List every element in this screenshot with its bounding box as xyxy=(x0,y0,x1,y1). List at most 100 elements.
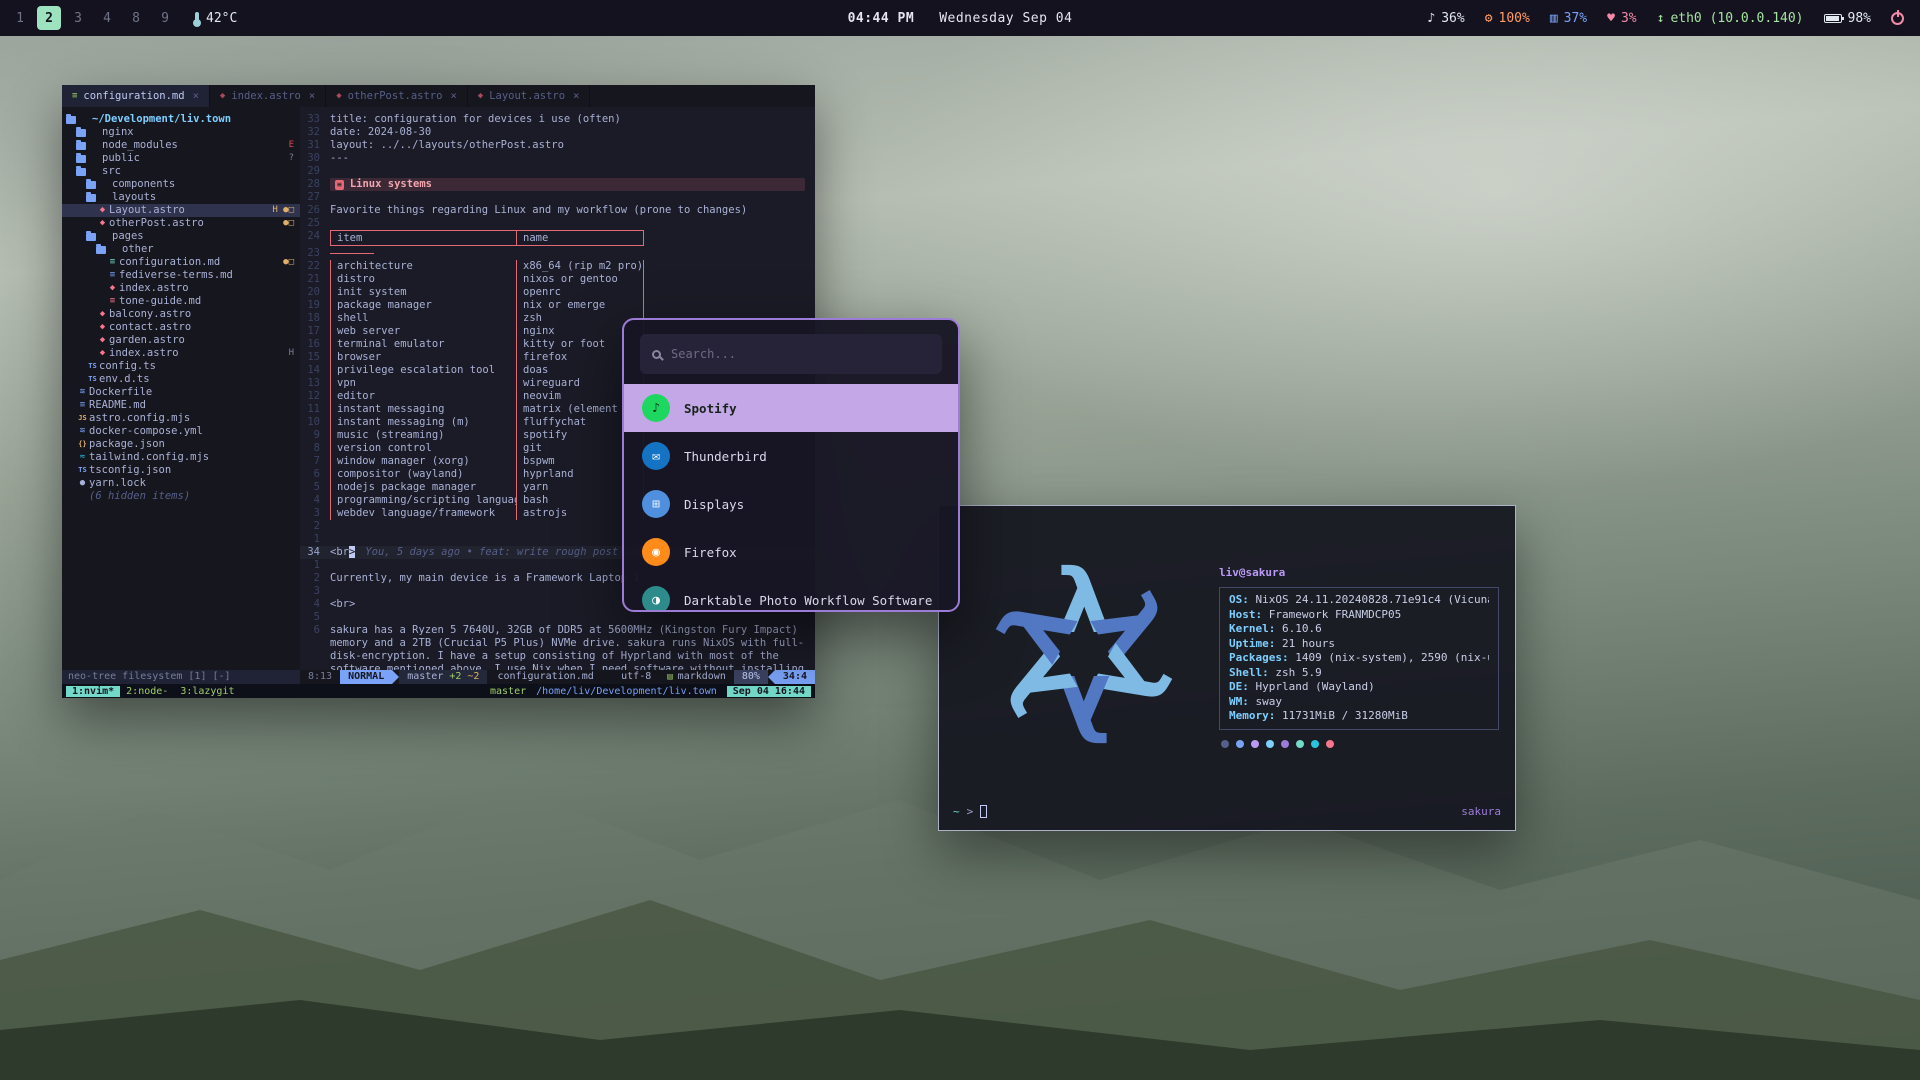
buffer-tab[interactable]: ◆ index.astro × xyxy=(210,85,326,107)
close-icon[interactable]: × xyxy=(573,90,579,102)
tree-item[interactable]: {} package.json xyxy=(62,438,300,451)
tree-item-label: tsconfig.json xyxy=(89,464,171,477)
line-number: 20 xyxy=(300,286,330,299)
table-cell-item: privilege escalation tool xyxy=(330,364,516,377)
launcher-entry[interactable]: ✉ Thunderbird xyxy=(624,432,958,480)
editor-line: 31 layout: ../../layouts/otherPost.astro xyxy=(300,139,815,152)
tmux-window-tab[interactable]: 1:nvim* xyxy=(66,686,120,697)
line-number: 5 xyxy=(300,611,330,624)
tree-item[interactable]: ~/Development/liv.town xyxy=(62,113,300,126)
table-cell-item: compositor (wayland) xyxy=(330,468,516,481)
tmux-window-tab[interactable]: 3:lazygit xyxy=(174,686,240,697)
buffer-tab[interactable]: ◆ Layout.astro × xyxy=(468,85,591,107)
tree-item[interactable]: ◆ index.astro H xyxy=(62,347,300,360)
launcher-entry-label: Firefox xyxy=(684,545,737,560)
search-input[interactable] xyxy=(671,347,930,361)
buffer-tab[interactable]: ≡ configuration.md × xyxy=(62,85,210,107)
file-icon: TS xyxy=(86,373,99,386)
line-number: 1 xyxy=(300,533,330,546)
launcher-entry[interactable]: ◉ Firefox xyxy=(624,528,958,576)
tree-item-label: package.json xyxy=(89,438,165,451)
tree-item[interactable]: (6 hidden items) xyxy=(62,490,300,503)
tree-item[interactable]: other xyxy=(62,243,300,256)
fetch-value: 1409 (nix-system), 2590 (nix-user) xyxy=(1289,651,1489,664)
tree-item[interactable]: ≋ docker-compose.yml xyxy=(62,425,300,438)
launcher-entry[interactable]: ⊞ Displays xyxy=(624,480,958,528)
nixos-logo: λ λ λ λ λ λ xyxy=(969,524,1199,784)
tree-item[interactable]: components xyxy=(62,178,300,191)
line-number: 3 xyxy=(300,585,330,598)
table-cell-item: architecture xyxy=(330,260,516,273)
tree-item[interactable]: JS astro.config.mjs xyxy=(62,412,300,425)
table-cell-name: x86_64 (rip m2 pro) xyxy=(516,260,644,273)
table-cell-item: version control xyxy=(330,442,516,455)
tmux-window-tab[interactable]: 2:node- xyxy=(120,686,174,697)
clock-date: Wednesday Sep 04 xyxy=(939,11,1072,26)
line-number: 18 xyxy=(300,312,330,325)
file-icon: ≡ xyxy=(106,269,119,282)
tree-item[interactable]: layouts xyxy=(62,191,300,204)
editor-line: 33 title: configuration for devices i us… xyxy=(300,113,815,126)
fetch-info-line: Kernel: 6.10.6 xyxy=(1229,622,1489,637)
tree-item[interactable]: TS env.d.ts xyxy=(62,373,300,386)
tree-item[interactable]: ≋ Dockerfile xyxy=(62,386,300,399)
tree-item-label: README.md xyxy=(89,399,146,412)
filetype-icon: ≡ xyxy=(72,91,77,101)
tree-item[interactable]: pages xyxy=(62,230,300,243)
powerline-separator xyxy=(392,670,399,684)
tree-item[interactable]: ◆ Layout.astro H ●□ xyxy=(62,204,300,217)
file-icon: ≡ xyxy=(106,256,119,269)
tree-item[interactable]: ◆ garden.astro xyxy=(62,334,300,347)
line-number: 19 xyxy=(300,299,330,312)
status-bar: 1 2 3 4 8 9 42°C 04:44 PM Wednesday Sep … xyxy=(0,0,1920,36)
close-icon[interactable]: × xyxy=(450,90,456,102)
palette-dot xyxy=(1326,740,1334,748)
tree-item[interactable]: TS tsconfig.json xyxy=(62,464,300,477)
fetch-label: DE: xyxy=(1229,680,1249,693)
launcher-entry[interactable]: ◑ Darktable Photo Workflow Software xyxy=(624,576,958,612)
statusline: neo-tree filesystem [1] [-] 8:13 NORMAL … xyxy=(62,670,815,684)
tree-item[interactable]: ≡ README.md xyxy=(62,399,300,412)
tree-item[interactable]: public ? xyxy=(62,152,300,165)
scroll-percentage: 80% xyxy=(734,670,768,684)
tree-item[interactable]: nginx xyxy=(62,126,300,139)
close-icon[interactable]: × xyxy=(193,90,199,102)
file-encoding: utf-8 xyxy=(613,670,659,684)
git-status-badge: H ●□ xyxy=(272,204,294,217)
statusline-neotree-label: neo-tree filesystem [1] [-] xyxy=(68,670,231,684)
tree-item[interactable]: ≈ tailwind.config.mjs xyxy=(62,451,300,464)
close-icon[interactable]: × xyxy=(309,90,315,102)
terminal-window[interactable]: λ λ λ λ λ λ liv@sakura OS: NixOS 24.11.2… xyxy=(938,505,1516,831)
tree-item[interactable]: ◆ contact.astro xyxy=(62,321,300,334)
tree-item[interactable]: ≡ tone-guide.md xyxy=(62,295,300,308)
line-number: 32 xyxy=(300,126,330,139)
tree-item[interactable]: ● yarn.lock xyxy=(62,477,300,490)
tree-item[interactable]: src xyxy=(62,165,300,178)
power-icon[interactable] xyxy=(1891,12,1904,25)
folder-icon xyxy=(86,194,96,202)
tree-item[interactable]: node_modules E xyxy=(62,139,300,152)
line-number: 22 xyxy=(300,260,330,273)
editor-line: 25 xyxy=(300,217,815,230)
fetch-value: Framework FRANMDCP05 xyxy=(1262,608,1401,621)
line-number: 27 xyxy=(300,191,330,204)
tree-item[interactable]: TS config.ts xyxy=(62,360,300,373)
line-number: 8 xyxy=(300,442,330,455)
line-number: 2 xyxy=(300,520,330,533)
table-header-name: name xyxy=(516,230,644,246)
line-number: 33 xyxy=(300,113,330,126)
statusline-filename: configuration.md xyxy=(487,670,603,684)
tree-item[interactable]: ≡ fediverse-terms.md xyxy=(62,269,300,282)
neotree-sidebar: ~/Development/liv.town nginx node_module… xyxy=(62,107,300,670)
table-row: 20 init system openrc xyxy=(300,286,815,299)
tree-item[interactable]: ≡ configuration.md ●□ xyxy=(62,256,300,269)
tree-item-label: configuration.md xyxy=(119,256,220,269)
tree-item[interactable]: ◆ balcony.astro xyxy=(62,308,300,321)
tmux-statusbar: 1:nvim* 2:node- 3:lazygit master /home/l… xyxy=(62,684,815,698)
tree-item[interactable]: ◆ index.astro xyxy=(62,282,300,295)
launcher-entry[interactable]: ♪ Spotify xyxy=(624,384,958,432)
buffer-tabline: ≡ configuration.md × ◆ index.astro × ◆ o… xyxy=(62,85,815,107)
buffer-tab[interactable]: ◆ otherPost.astro × xyxy=(326,85,468,107)
tree-item[interactable]: ◆ otherPost.astro ●□ xyxy=(62,217,300,230)
shell-prompt[interactable]: ~ > xyxy=(953,805,987,818)
